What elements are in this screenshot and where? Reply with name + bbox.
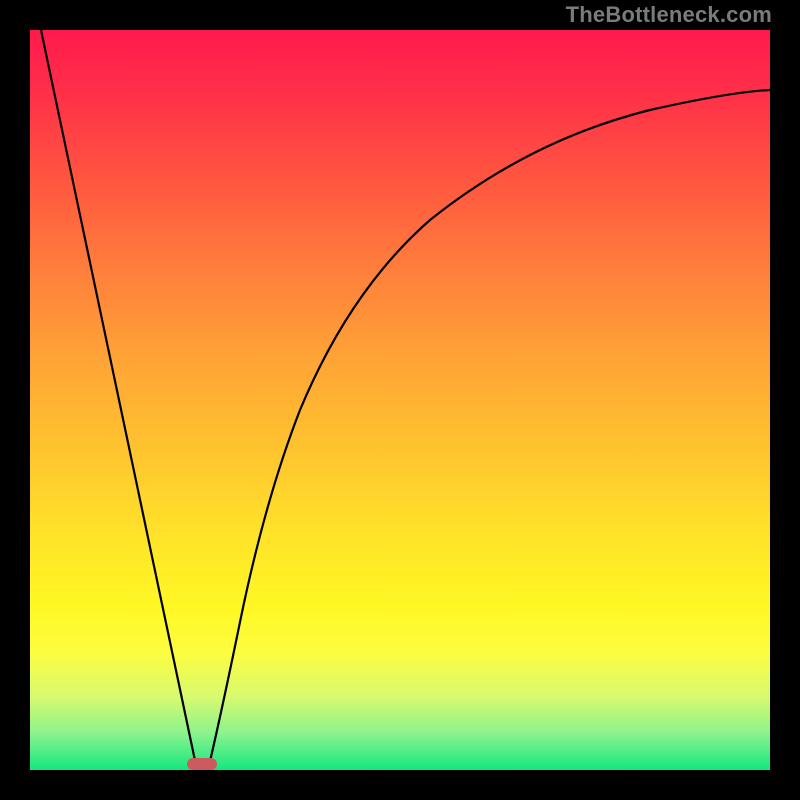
curve-left bbox=[41, 30, 197, 770]
curve-right bbox=[208, 90, 770, 770]
plot-area bbox=[30, 30, 770, 770]
minimum-marker bbox=[187, 758, 217, 770]
bottleneck-curve bbox=[30, 30, 770, 770]
chart-frame: TheBottleneck.com bbox=[0, 0, 800, 800]
watermark-text: TheBottleneck.com bbox=[566, 2, 772, 28]
